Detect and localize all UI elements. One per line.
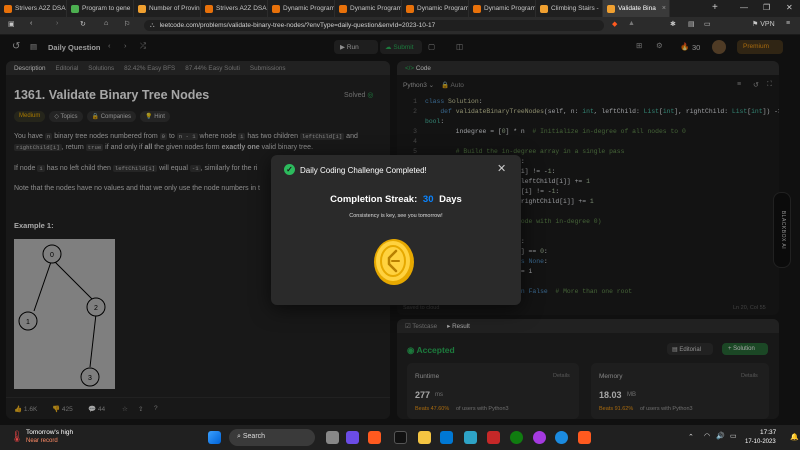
- menu-icon[interactable]: ≡: [786, 20, 790, 27]
- gold-coin-icon: [374, 239, 414, 285]
- address-bar: ▣ ‹ › ↻ ⌂ ⚐ ⛬ leetcode.com/problems/vali…: [0, 17, 800, 34]
- mcafee-icon[interactable]: [487, 431, 500, 444]
- brave-active-icon[interactable]: [578, 431, 591, 444]
- tab-favicon-icon: [4, 4, 12, 13]
- modal-title: Daily Coding Challenge Completed!: [300, 166, 427, 175]
- streak-label: Completion Streak:: [330, 194, 418, 205]
- tab-label: Strivers A2Z DSA: [216, 5, 267, 12]
- tray-chevron-icon[interactable]: ⌃: [688, 433, 694, 441]
- site-info-icon: ⛬: [150, 21, 155, 29]
- search-label: Search: [242, 433, 266, 440]
- forward-icon[interactable]: ›: [56, 20, 58, 27]
- tab-favicon-icon: [406, 4, 414, 13]
- home-icon[interactable]: ⌂: [104, 20, 108, 27]
- tab-label: Strivers A2Z DSA: [15, 5, 66, 12]
- tab-favicon-icon: [473, 4, 481, 13]
- windows-taskbar: 🌡 Tomorrow's high Near record ⌕ Search ⌃…: [0, 425, 800, 450]
- maximize-icon[interactable]: ❐: [763, 3, 770, 12]
- app-icon[interactable]: [533, 431, 546, 444]
- xbox-icon[interactable]: [510, 431, 523, 444]
- rewards-icon[interactable]: ▲: [628, 20, 635, 27]
- tab-label: Dynamic Program: [350, 5, 402, 12]
- close-icon[interactable]: ✕: [497, 162, 506, 175]
- success-check-icon: ✓: [284, 164, 295, 175]
- taskbar-search[interactable]: ⌕ Search: [229, 429, 315, 446]
- browser-tab-bar: Strivers A2Z DSA×Program to gene×Number …: [0, 0, 800, 17]
- edge-icon[interactable]: [555, 431, 568, 444]
- tab-label: Dynamic Program: [417, 5, 469, 12]
- brave-icon[interactable]: [368, 431, 381, 444]
- tab-label: Climbing Stairs -: [551, 5, 599, 12]
- tab-label: Validate Bina: [618, 5, 656, 12]
- sidebar-toggle-icon[interactable]: ▤: [688, 20, 695, 28]
- streak-unit: Days: [439, 194, 462, 205]
- close-window-icon[interactable]: ✕: [786, 3, 793, 12]
- tab-favicon-icon: [272, 4, 280, 13]
- tab-favicon-icon: [71, 4, 79, 13]
- terminal-icon[interactable]: [394, 431, 407, 444]
- linkedin-icon[interactable]: [464, 431, 477, 444]
- file-explorer-icon[interactable]: [418, 431, 431, 444]
- reload-icon[interactable]: ↻: [80, 20, 86, 28]
- tab-label: Dynamic Program: [484, 5, 536, 12]
- wifi-icon[interactable]: ◠: [704, 432, 710, 440]
- browser-tab[interactable]: Dynamic Program×: [402, 0, 469, 17]
- tab-close-icon[interactable]: ×: [662, 5, 666, 12]
- url-text: leetcode.com/problems/validate-binary-tr…: [159, 22, 436, 29]
- browser-tab[interactable]: Number of Provin×: [134, 0, 201, 17]
- tab-label: Program to gene: [82, 5, 131, 12]
- tab-favicon-icon: [138, 4, 146, 13]
- browser-tab[interactable]: Dynamic Program×: [335, 0, 402, 17]
- wallet-icon[interactable]: ▭: [704, 20, 711, 28]
- windows-start-icon[interactable]: [208, 431, 221, 444]
- new-tab-button[interactable]: +: [712, 2, 718, 13]
- weather-subtitle[interactable]: Near record: [26, 438, 58, 444]
- task-view-icon[interactable]: [326, 431, 339, 444]
- extensions-icon[interactable]: ✱: [670, 20, 676, 28]
- tab-label: Number of Provin: [149, 5, 200, 12]
- browser-tab[interactable]: Strivers A2Z DSA×: [0, 0, 67, 17]
- browser-tab[interactable]: Validate Bina ×: [603, 0, 670, 17]
- browser-tab[interactable]: Climbing Stairs -×: [536, 0, 603, 17]
- brave-shield-icon[interactable]: ◆: [612, 20, 617, 28]
- streak-value: 30: [422, 194, 434, 205]
- tab-favicon-icon: [607, 4, 615, 13]
- volume-icon[interactable]: 🔊: [716, 432, 725, 440]
- modal-subtitle: Consistency is key, see you tomorrow!: [349, 213, 443, 219]
- notifications-icon[interactable]: 🔔: [790, 433, 799, 441]
- clock-time[interactable]: 17:37: [760, 429, 776, 436]
- vpn-button[interactable]: ⚑ VPN: [752, 20, 775, 28]
- thermometer-icon[interactable]: 🌡: [10, 430, 24, 443]
- sidebar-icon[interactable]: ▣: [8, 20, 15, 28]
- url-field[interactable]: ⛬ leetcode.com/problems/validate-binary-…: [144, 20, 604, 31]
- back-icon[interactable]: ‹: [30, 20, 32, 27]
- daily-challenge-modal: ✓ Daily Coding Challenge Completed! ✕ Co…: [271, 155, 521, 305]
- browser-tab[interactable]: Dynamic Program×: [268, 0, 335, 17]
- battery-icon[interactable]: ▭: [730, 432, 737, 440]
- teams-icon[interactable]: [346, 431, 359, 444]
- tab-favicon-icon: [339, 4, 347, 13]
- clock-date[interactable]: 17-10-2023: [745, 439, 776, 445]
- tab-label: Dynamic Program: [283, 5, 335, 12]
- vpn-label: VPN: [760, 21, 775, 28]
- tab-favicon-icon: [540, 4, 548, 13]
- streak-line: Completion Streak: 30 Days: [271, 194, 521, 205]
- browser-tab[interactable]: Strivers A2Z DSA×: [201, 0, 268, 17]
- store-icon[interactable]: [440, 431, 453, 444]
- browser-tab[interactable]: Program to gene×: [67, 0, 134, 17]
- tab-favicon-icon: [205, 4, 213, 13]
- browser-tab[interactable]: Dynamic Program×: [469, 0, 536, 17]
- bookmark-icon[interactable]: ⚐: [124, 20, 130, 28]
- weather-title[interactable]: Tomorrow's high: [26, 429, 73, 436]
- minimize-icon[interactable]: —: [740, 3, 748, 12]
